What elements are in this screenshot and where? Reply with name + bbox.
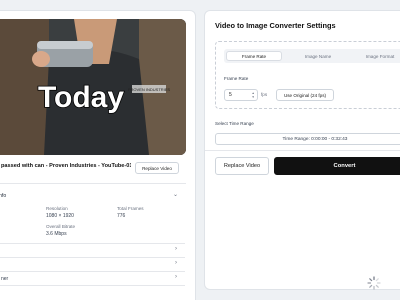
time-range-label: Select Time Range [215,121,254,126]
chevron-right-icon: › [175,274,177,280]
collapsed-section-2[interactable]: › [0,258,185,271]
frame-rate-value: 5 [229,92,232,98]
divider [0,183,186,184]
frame-rate-input[interactable]: 5 ▴ ▾ [224,89,258,101]
total-frames-value: 776 [117,213,126,219]
spinner-icon [367,276,381,290]
chevron-right-icon: › [175,246,177,252]
replace-video-button[interactable]: Replace Video [215,157,269,175]
tab-image-name[interactable]: Image Name [290,51,346,61]
info-heading: nfo [0,193,7,199]
time-range-field[interactable]: Time Range: 0:00:00 - 0:32:43 [215,133,400,145]
section-label: ner [1,276,9,282]
video-preview[interactable]: PROVEN INDUSTRIES Today [0,19,186,155]
replace-video-button-small[interactable]: Replace Video [135,162,179,174]
fps-unit: fps [261,92,268,97]
settings-card: Video to Image Converter Settings Frame … [204,10,400,290]
divider [0,285,185,286]
video-frame-image: PROVEN INDUSTRIES Today [0,19,186,155]
chevron-down-icon[interactable]: ⌄ [173,191,178,198]
video-card: PROVEN INDUSTRIES Today passed with can … [0,10,196,300]
frame-rate-label: Frame Rate [224,76,249,81]
collapsed-section-1[interactable]: › [0,244,185,257]
file-name: passed with can - Proven Industries - Yo… [1,163,131,169]
resolution-value: 1080 × 1920 [46,213,74,219]
settings-title: Video to Image Converter Settings [215,21,336,30]
stepper-icon[interactable]: ▴ ▾ [252,91,254,99]
settings-panel: Frame Rate Image Name Image Format Frame… [215,41,400,109]
tab-image-format[interactable]: Image Format [352,51,400,61]
resolution-label: Resolution [46,206,68,211]
bitrate-value: 3.6 Mbps [46,231,67,237]
bitrate-label: Overall Bitrate [46,224,76,229]
shirt-logo-text: PROVEN INDUSTRIES [128,87,171,92]
total-frames-label: Total Frames [117,206,144,211]
chevron-right-icon: › [175,260,177,266]
convert-button[interactable]: Convert [274,157,400,175]
divider [205,150,400,151]
use-original-button[interactable]: Use Original (24 fps) [276,89,334,101]
tab-frame-rate[interactable]: Frame Rate [226,51,282,61]
video-caption: Today [38,81,124,114]
settings-tabs: Frame Rate Image Name Image Format [224,49,400,63]
collapsed-section-3[interactable]: ner › [0,272,185,285]
